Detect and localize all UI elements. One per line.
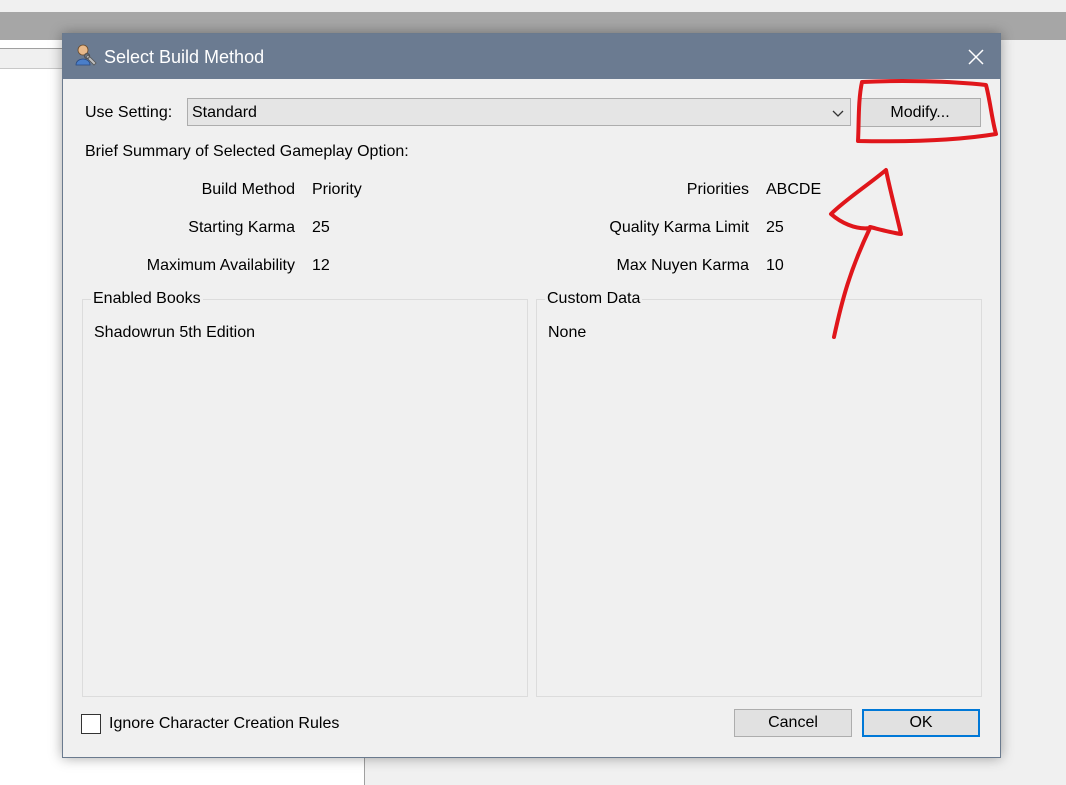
max-nuyen-karma-value: 10 bbox=[766, 257, 784, 274]
ignore-rules-label[interactable]: Ignore Character Creation Rules bbox=[109, 715, 339, 733]
build-method-value: Priority bbox=[312, 181, 362, 198]
background-right-edge bbox=[1000, 40, 1066, 784]
custom-data-title: Custom Data bbox=[545, 290, 643, 308]
starting-karma-value: 25 bbox=[312, 219, 330, 236]
quality-karma-limit-value: 25 bbox=[766, 219, 784, 236]
maximum-availability-label: Maximum Availability bbox=[146, 257, 295, 274]
dialog-titlebar[interactable]: Select Build Method bbox=[63, 34, 1000, 79]
cancel-button[interactable]: Cancel bbox=[734, 709, 852, 737]
custom-data-item: None bbox=[548, 324, 587, 341]
select-build-method-dialog: Select Build Method Use Setting: Standar… bbox=[62, 33, 1001, 758]
ok-button[interactable]: OK bbox=[862, 709, 980, 737]
background-top-strip bbox=[0, 0, 1066, 12]
close-button[interactable] bbox=[952, 34, 1000, 79]
use-setting-select[interactable]: Standard bbox=[187, 98, 851, 126]
close-icon bbox=[968, 48, 984, 65]
enabled-books-group: Enabled Books Shadowrun 5th Edition bbox=[82, 290, 528, 697]
chevron-down-icon bbox=[832, 110, 844, 117]
build-method-label: Build Method bbox=[201, 181, 295, 198]
enabled-book-item: Shadowrun 5th Edition bbox=[94, 324, 255, 341]
priorities-label: Priorities bbox=[686, 181, 749, 198]
quality-karma-limit-label: Quality Karma Limit bbox=[609, 219, 749, 236]
max-nuyen-karma-label: Max Nuyen Karma bbox=[616, 257, 750, 274]
ignore-rules-checkbox[interactable] bbox=[81, 714, 101, 734]
maximum-availability-value: 12 bbox=[312, 257, 330, 274]
use-setting-value: Standard bbox=[192, 104, 257, 121]
custom-data-group: Custom Data None bbox=[536, 290, 982, 697]
user-wrench-icon bbox=[73, 43, 99, 69]
dialog-title: Select Build Method bbox=[104, 47, 265, 67]
use-setting-label: Use Setting: bbox=[85, 104, 173, 121]
priorities-value: ABCDE bbox=[766, 181, 822, 198]
enabled-books-title: Enabled Books bbox=[91, 290, 203, 308]
modify-button[interactable]: Modify... bbox=[859, 98, 981, 127]
summary-label: Brief Summary of Selected Gameplay Optio… bbox=[85, 143, 409, 160]
starting-karma-label: Starting Karma bbox=[188, 219, 295, 236]
